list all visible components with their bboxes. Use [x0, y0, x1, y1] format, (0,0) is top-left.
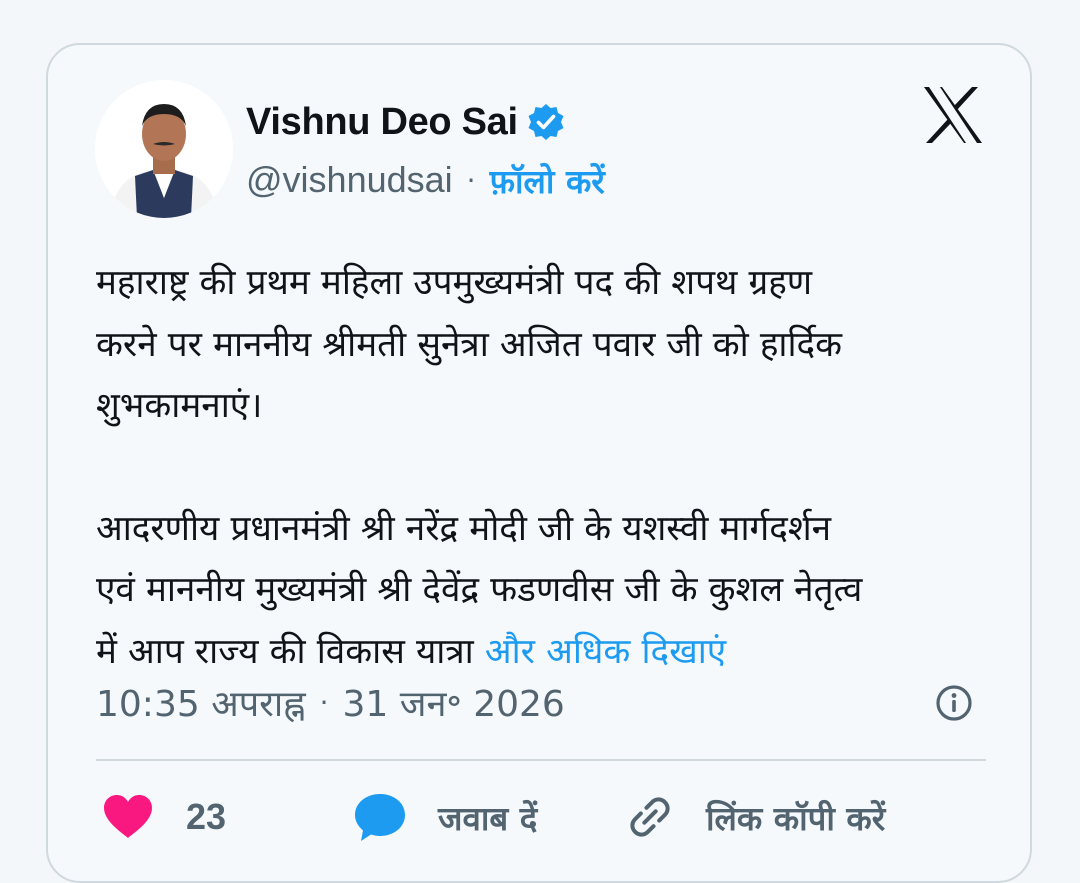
tweet-card: Vishnu Deo Sai @vishnudsai · फ़ॉलो करें …	[46, 43, 1032, 883]
tweet-paragraph-2: आदरणीय प्रधानमंत्री श्री नरेंद्र मोदी जी…	[96, 499, 996, 684]
handle-row: @vishnudsai · फ़ॉलो करें	[246, 155, 605, 205]
copy-link-label: लिंक कॉपी करें	[706, 798, 886, 838]
reply-bubble-icon	[355, 794, 405, 841]
x-logo-icon[interactable]	[922, 85, 984, 145]
separator-dot: ·	[466, 163, 476, 197]
tweet-time[interactable]: 10:35 अपराह्न	[96, 678, 306, 727]
author-name-row[interactable]: Vishnu Deo Sai	[246, 97, 566, 147]
action-bar: 23 जवाब दें लिंक कॉपी करें	[96, 787, 996, 847]
follow-button[interactable]: फ़ॉलो करें	[490, 158, 605, 203]
show-more-link[interactable]: और अधिक दिखाएं	[485, 632, 726, 672]
reply-label: जवाब दें	[438, 798, 538, 838]
author-handle[interactable]: @vishnudsai	[246, 159, 453, 201]
timestamp-row[interactable]: 10:35 अपराह्न · 31 जन॰ 2026	[96, 673, 565, 731]
separator-dot: ·	[319, 685, 329, 719]
divider	[96, 759, 986, 761]
reply-button[interactable]: जवाब दें	[352, 787, 537, 847]
info-icon[interactable]	[934, 683, 974, 723]
link-icon	[630, 797, 670, 837]
like-button[interactable]: 23	[102, 787, 226, 847]
avatar[interactable]	[95, 80, 233, 218]
like-count: 23	[186, 796, 227, 837]
tweet-date[interactable]: 31 जन॰ 2026	[343, 678, 565, 727]
heart-icon	[104, 795, 152, 838]
author-name[interactable]: Vishnu Deo Sai	[246, 101, 518, 144]
tweet-paragraph-2-text: आदरणीय प्रधानमंत्री श्री नरेंद्र मोदी जी…	[96, 508, 863, 672]
tweet-text: महाराष्ट्र की प्रथम महिला उपमुख्यमंत्री …	[96, 253, 996, 683]
tweet-paragraph-1: महाराष्ट्र की प्रथम महिला उपमुख्यमंत्री …	[96, 263, 843, 426]
copy-link-button[interactable]: लिंक कॉपी करें	[624, 787, 885, 847]
verified-badge-icon	[526, 102, 566, 142]
